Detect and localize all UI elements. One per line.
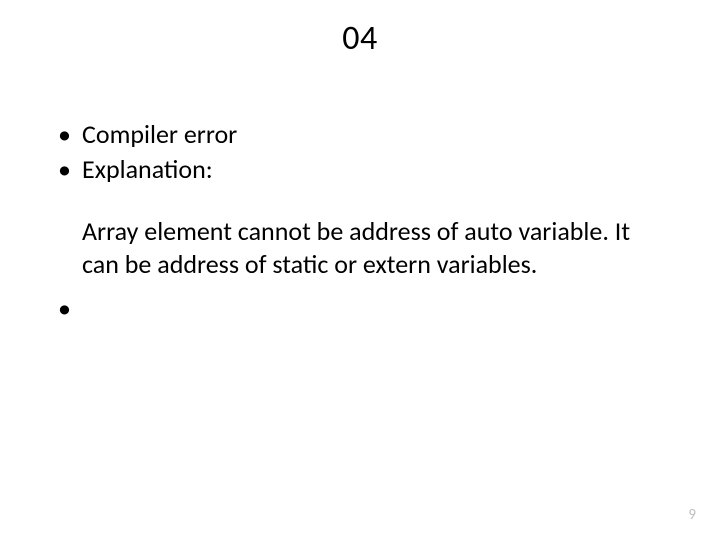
bullet-item-2: Explanation:	[54, 153, 660, 186]
slide-title: 04	[0, 18, 720, 59]
explanation-paragraph: Array element cannot be address of auto …	[82, 215, 660, 280]
page-number: 9	[688, 506, 696, 524]
slide: 04 Compiler error Explanation: Array ele…	[0, 0, 720, 540]
bullet-item-1: Compiler error	[54, 118, 660, 151]
slide-body: Compiler error Explanation: Array elemen…	[54, 118, 660, 292]
bullet-list: Compiler error Explanation:	[54, 118, 660, 185]
